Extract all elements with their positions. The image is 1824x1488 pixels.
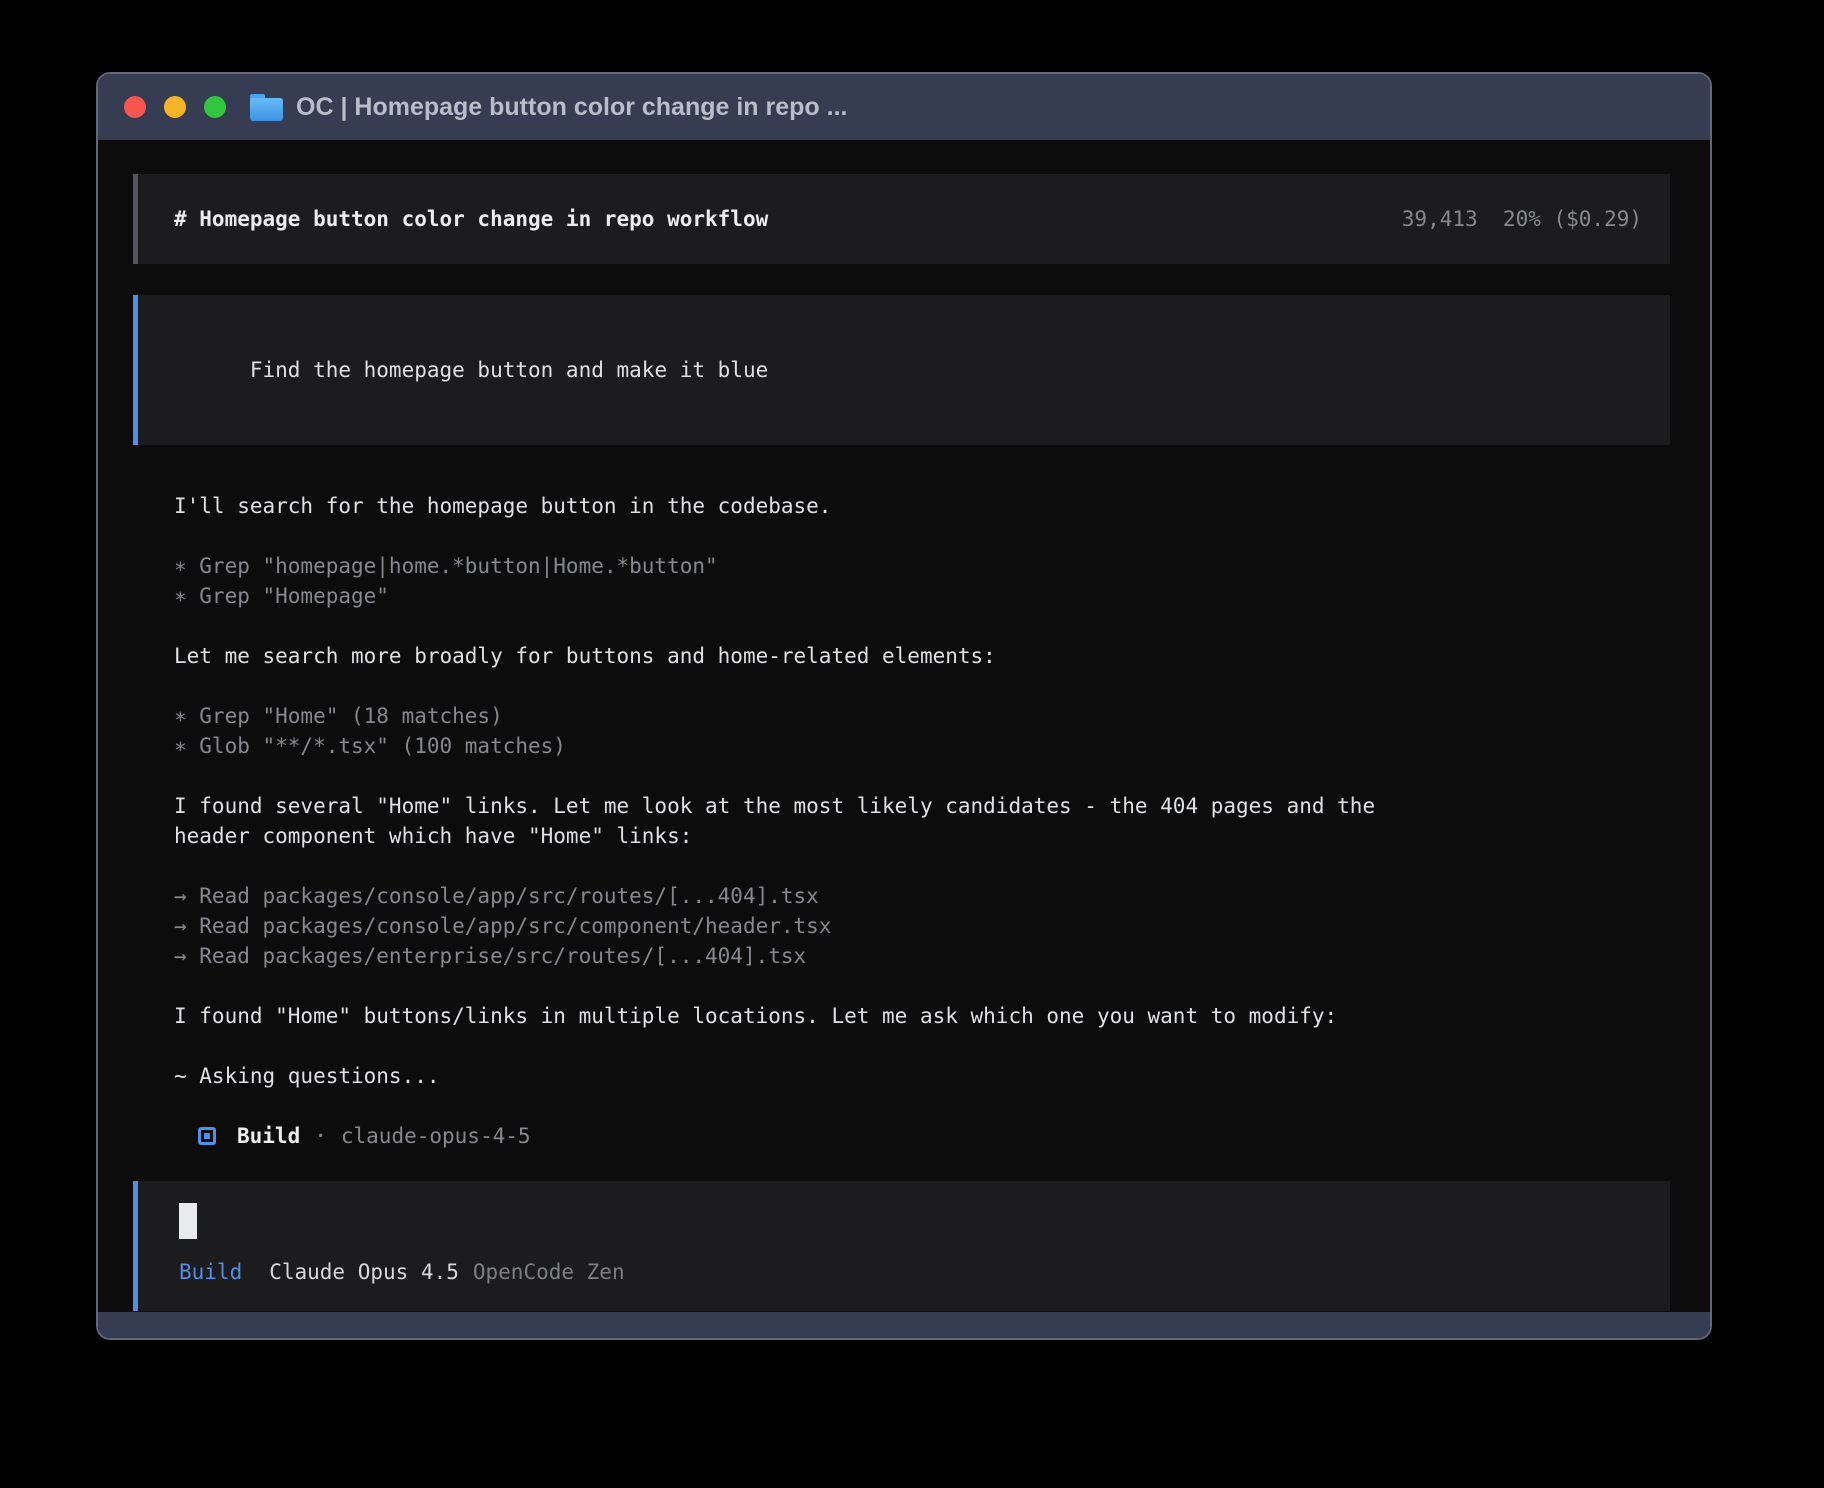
working-status-line: ~ Asking questions... bbox=[174, 1061, 1670, 1091]
assistant-text-line: I found "Home" buttons/links in multiple… bbox=[174, 1001, 1670, 1031]
assistant-text-line: Let me search more broadly for buttons a… bbox=[174, 641, 1670, 671]
file-read-line: → Read packages/console/app/src/routes/[… bbox=[174, 881, 1670, 911]
file-read-line: → Read packages/console/app/src/componen… bbox=[174, 911, 1670, 941]
tool-call-line: ∗ Grep "Home" (18 matches) bbox=[174, 701, 1670, 731]
window-titlebar[interactable]: OC | Homepage button color change in rep… bbox=[98, 74, 1710, 140]
agent-name: Build bbox=[237, 1121, 300, 1151]
agent-model: claude-opus-4-5 bbox=[341, 1121, 531, 1151]
assistant-text-line: I'll search for the homepage button in t… bbox=[174, 491, 1670, 521]
zoom-button[interactable] bbox=[204, 96, 226, 118]
window-title: OC | Homepage button color change in rep… bbox=[296, 93, 847, 122]
session-stats: 39,413 20% ($0.29) bbox=[1402, 204, 1642, 234]
session-title: # Homepage button color change in repo w… bbox=[174, 204, 768, 234]
file-read-line: → Read packages/enterprise/src/routes/[.… bbox=[174, 941, 1670, 971]
traffic-lights bbox=[124, 96, 226, 118]
conversation: I'll search for the homepage button in t… bbox=[174, 491, 1670, 1151]
close-button[interactable] bbox=[124, 96, 146, 118]
input-model-label: Claude Opus 4.5 bbox=[269, 1257, 459, 1287]
tool-call-line: ∗ Glob "**/*.tsx" (100 matches) bbox=[174, 731, 1670, 761]
folder-icon bbox=[250, 94, 283, 121]
user-message: Find the homepage button and make it blu… bbox=[133, 295, 1670, 445]
input-provider-label: OpenCode Zen bbox=[473, 1257, 625, 1287]
user-message-text: Find the homepage button and make it blu… bbox=[250, 358, 768, 382]
session-header: # Homepage button color change in repo w… bbox=[133, 174, 1670, 264]
window-bottom-bar bbox=[98, 1312, 1710, 1338]
agent-build-icon bbox=[198, 1127, 216, 1145]
assistant-text-line: header component which have "Home" links… bbox=[174, 821, 1670, 851]
text-cursor bbox=[179, 1203, 197, 1239]
app-window: OC | Homepage button color change in rep… bbox=[96, 72, 1712, 1340]
status-separator: · bbox=[314, 1121, 327, 1151]
agent-status-row: Build · claude-opus-4-5 bbox=[174, 1121, 1670, 1151]
terminal-content: # Homepage button color change in repo w… bbox=[98, 140, 1710, 1312]
prompt-input-editor[interactable]: Build Claude Opus 4.5 OpenCode Zen bbox=[133, 1181, 1670, 1311]
tool-call-line: ∗ Grep "Homepage" bbox=[174, 581, 1670, 611]
tool-call-line: ∗ Grep "homepage|home.*button|Home.*butt… bbox=[174, 551, 1670, 581]
input-status-row: Build Claude Opus 4.5 OpenCode Zen bbox=[179, 1257, 1642, 1287]
assistant-text-line: I found several "Home" links. Let me loo… bbox=[174, 791, 1670, 821]
minimize-button[interactable] bbox=[164, 96, 186, 118]
input-agent-label: Build bbox=[179, 1257, 242, 1287]
